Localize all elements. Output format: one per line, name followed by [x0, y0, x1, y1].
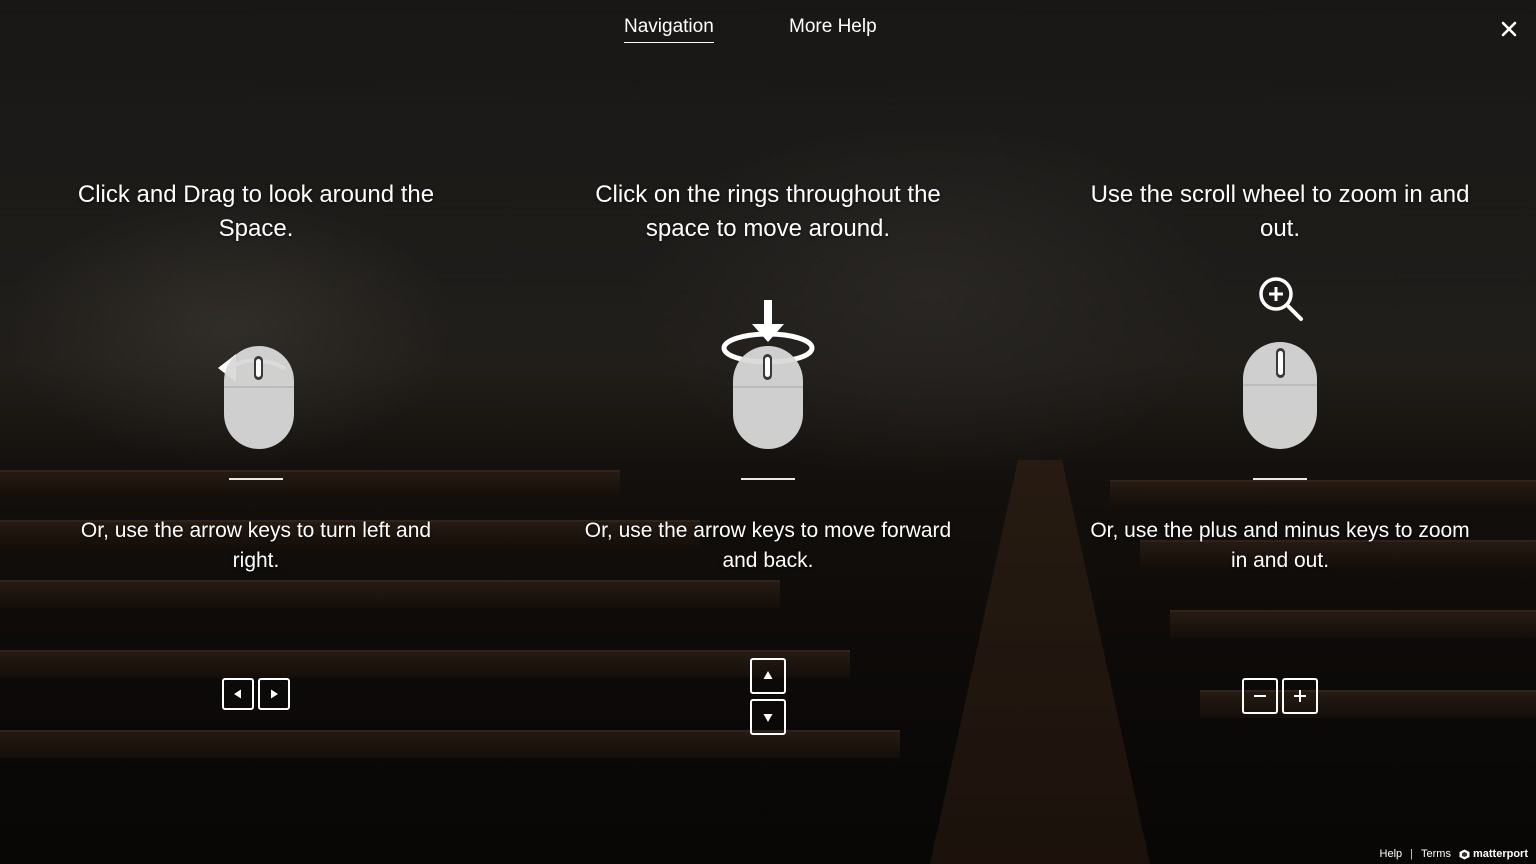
help-link[interactable]: Help [1380, 848, 1403, 860]
up-arrow-icon [763, 671, 773, 679]
zoom-keyboard-text: Or, use the plus and minus keys to zoom … [1090, 519, 1470, 572]
move-keys [568, 658, 968, 735]
look-around-illustration [56, 248, 456, 478]
footer-separator: | [1410, 848, 1414, 860]
move-heading: Click on the rings throughout the space … [595, 181, 941, 242]
divider [229, 478, 283, 480]
tab-more-help[interactable]: More Help [789, 16, 877, 42]
zoom-keys [1080, 678, 1480, 714]
move-instructions: Click on the rings throughout the space … [568, 178, 968, 735]
look-around-instructions: Click and Drag to look around the Space.… [56, 178, 456, 710]
look-around-heading: Click and Drag to look around the Space. [77, 181, 435, 242]
move-illustration [568, 248, 968, 478]
divider [741, 478, 795, 480]
navigation-help-overlay: Navigation More Help Click and Drag to l… [0, 0, 1536, 864]
plus-key[interactable] [1282, 678, 1318, 714]
zoom-heading: Use the scroll wheel to zoom in and out. [1090, 181, 1470, 242]
down-arrow-key[interactable] [750, 699, 786, 735]
minus-icon [1254, 695, 1266, 697]
matterport-logo-icon [1459, 849, 1470, 859]
close-icon [1501, 21, 1517, 37]
ring-click-mouse-icon [721, 300, 815, 449]
left-arrow-icon [234, 689, 241, 699]
terms-link[interactable]: Terms [1421, 848, 1451, 860]
minus-key[interactable] [1242, 678, 1278, 714]
help-tabs: Navigation More Help [0, 16, 1536, 46]
zoom-instructions: Use the scroll wheel to zoom in and out.… [1080, 178, 1480, 714]
right-arrow-icon [271, 689, 278, 699]
drag-mouse-icon [218, 346, 294, 449]
plus-icon [1294, 690, 1306, 702]
scroll-zoom-mouse-icon [1243, 277, 1317, 449]
matterport-logo[interactable]: matterport [1459, 848, 1528, 860]
left-arrow-key[interactable] [222, 678, 254, 710]
move-keyboard-text: Or, use the arrow keys to move forward a… [584, 519, 952, 572]
look-around-keyboard-text: Or, use the arrow keys to turn left and … [80, 519, 432, 572]
right-arrow-key[interactable] [258, 678, 290, 710]
turn-keys [56, 678, 456, 710]
zoom-illustration [1080, 248, 1480, 478]
matterport-brand-text: matterport [1472, 848, 1528, 860]
down-arrow-icon [763, 714, 773, 722]
close-button[interactable] [1494, 14, 1524, 44]
tab-navigation[interactable]: Navigation [624, 16, 714, 43]
divider [1253, 478, 1307, 480]
up-arrow-key[interactable] [750, 658, 786, 694]
footer: Help | Terms matterport [1380, 848, 1528, 860]
